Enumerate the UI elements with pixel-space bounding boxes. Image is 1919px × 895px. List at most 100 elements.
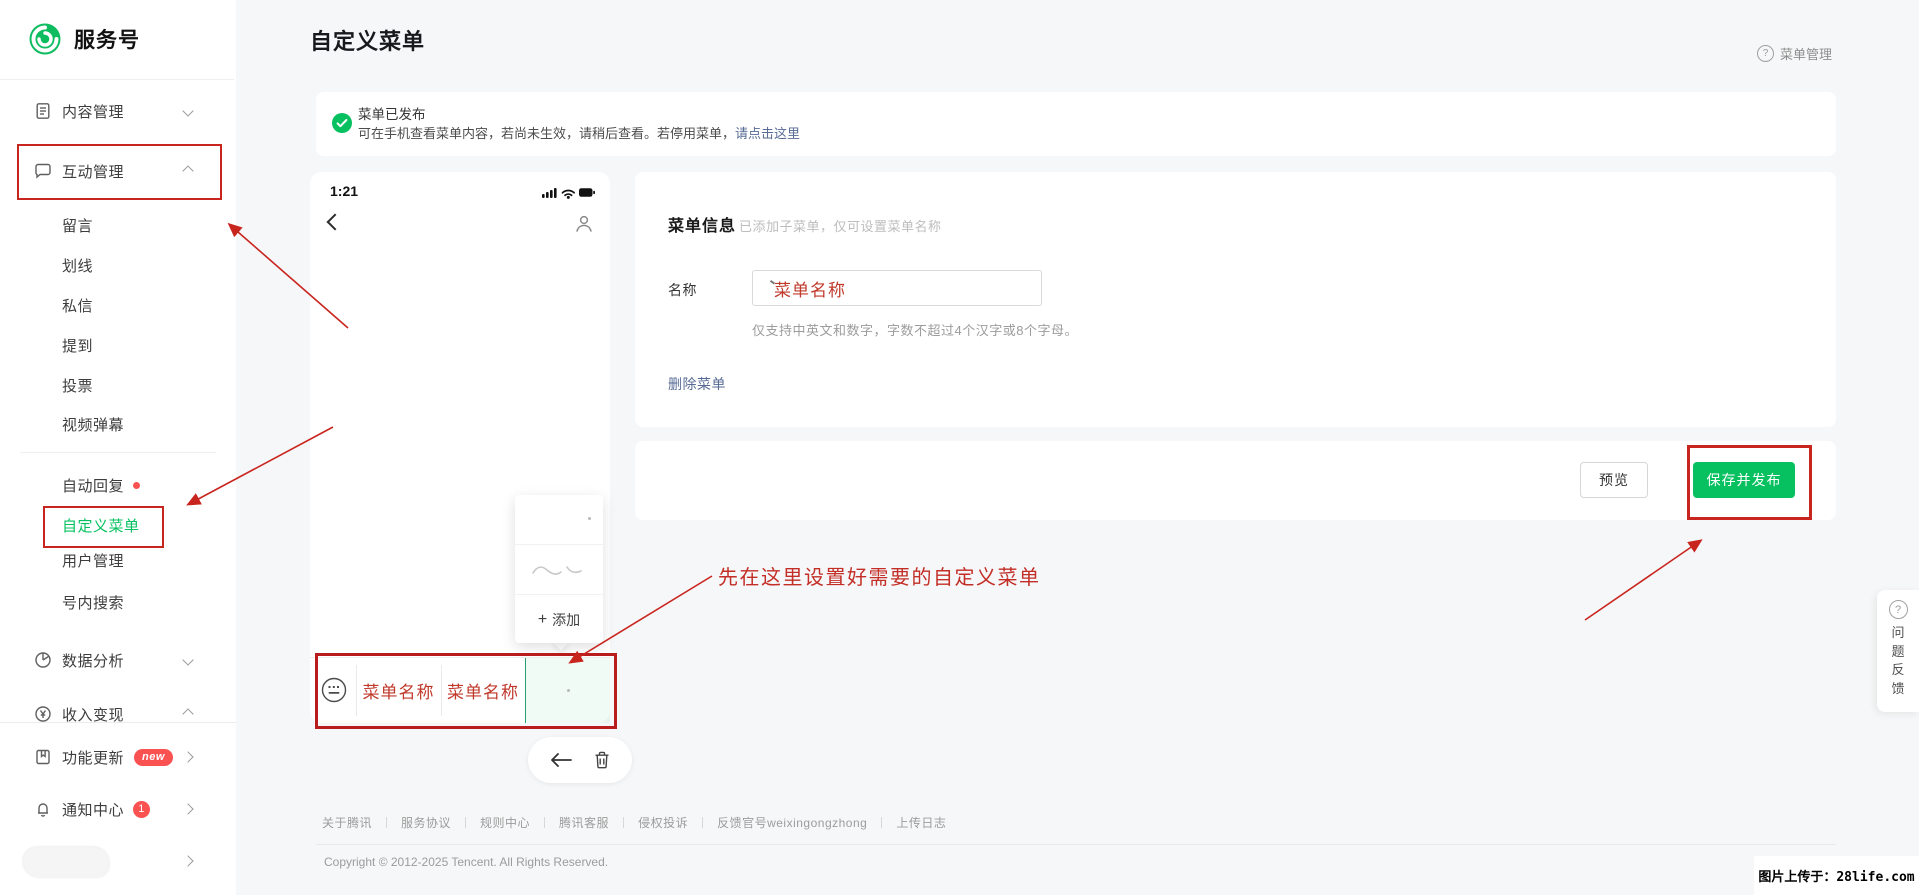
sidebar-item-notifications[interactable]: 通知中心 1 (0, 789, 236, 829)
footer-separator (881, 817, 883, 828)
back-chevron-icon[interactable] (326, 213, 344, 231)
feedback-label: 问题反馈 (1891, 625, 1905, 696)
sidebar-item-custom-menu[interactable]: 自定义菜单 (0, 505, 236, 545)
page-title: 自定义菜单 (310, 29, 426, 54)
submenu-item[interactable] (515, 495, 603, 545)
footer-link[interactable]: 服务协议 (401, 814, 451, 831)
footer-link[interactable]: 关于腾讯 (322, 814, 372, 831)
sidebar: 服务号 内容管理 互动管理 留言 划线 私信 提到 投票 视频弹幕 自动回复 自… (0, 0, 236, 895)
sidebar-item-label: 互动管理 (62, 163, 125, 181)
sidebar-item-label: 留言 (62, 217, 94, 235)
sidebar-item-underline[interactable]: 划线 (0, 245, 236, 285)
status-bar-time: 1:21 (330, 183, 359, 199)
delete-menu-link[interactable]: 删除菜单 (668, 374, 726, 394)
sidebar-item-label-active: 自定义菜单 (62, 517, 140, 535)
sidebar-item-label: 视频弹幕 (62, 416, 125, 434)
section-title: 菜单信息 (668, 218, 737, 235)
sidebar-divider (20, 452, 216, 453)
sidebar-item-account-search[interactable]: 号内搜索 (0, 582, 236, 622)
sidebar-item-label: 用户管理 (62, 552, 125, 570)
sidebar-item-feature-update[interactable]: 功能更新 new (0, 737, 236, 777)
yen-circle-icon (34, 705, 52, 723)
arrow-to-save-button (1584, 539, 1703, 621)
sidebar-item-label: 号内搜索 (62, 594, 125, 612)
sidebar-item-account[interactable] (0, 841, 236, 881)
battery-icon (579, 188, 595, 197)
banner-title: 菜单已发布 (358, 107, 426, 122)
chevron-up-icon (182, 708, 194, 720)
brand: 服务号 (28, 22, 140, 56)
sidebar-item-label: 划线 (62, 257, 94, 275)
menu-management-help[interactable]: ? 菜单管理 (1757, 44, 1832, 63)
menu-slot-3-selected[interactable] (525, 658, 610, 723)
preview-button[interactable]: 预览 (1580, 462, 1648, 498)
sidebar-item-label: 功能更新 new (62, 747, 173, 768)
sidebar-item-private-msg[interactable]: 私信 (0, 285, 236, 325)
contact-person-icon[interactable] (574, 214, 594, 234)
name-helper-text: 仅支持中英文和数字，字数不超过4个汉字或8个字母。 (752, 323, 1078, 338)
chevron-up-icon (182, 165, 194, 177)
menu-name-value: 菜单名称 (774, 280, 846, 300)
sidebar-item-label: 自动回复 (62, 475, 141, 496)
menu-info-panel: 菜单信息 已添加子菜单，仅可设置菜单名称 名称 菜单名称 仅支持中英文和数字，字… (635, 172, 1836, 427)
menu-name-input[interactable]: 菜单名称 (752, 270, 1042, 306)
footer-link[interactable]: 规则中心 (480, 814, 530, 831)
sidebar-item-label: 提到 (62, 337, 94, 355)
submenu-item[interactable] (515, 545, 603, 595)
feedback-widget[interactable]: ? 问题反馈 (1877, 590, 1919, 712)
footer-links: 关于腾讯 服务协议 规则中心 腾讯客服 侵权投诉 反馈官号weixingongz… (322, 814, 946, 831)
chevron-down-icon (182, 654, 194, 666)
footer-divider (316, 844, 1836, 845)
add-submenu-button[interactable]: + 添加 (515, 595, 603, 644)
footer-separator (544, 817, 546, 828)
question-circle-icon: ? (1757, 45, 1774, 62)
back-arrow-button[interactable] (550, 753, 572, 767)
preview-toolbar (528, 737, 632, 783)
footer-link[interactable]: 侵权投诉 (638, 814, 688, 831)
footer-link[interactable]: 腾讯客服 (559, 814, 609, 831)
save-publish-button[interactable]: 保存并发布 (1693, 462, 1795, 498)
redacted-content (566, 689, 570, 692)
submenu-popup: + 添加 (515, 495, 603, 643)
menu-slot-2[interactable]: 菜单名称 (441, 658, 525, 723)
sidebar-item-auto-reply[interactable]: 自动回复 (0, 465, 236, 505)
sidebar-item-user-mgmt[interactable]: 用户管理 (0, 540, 236, 580)
sidebar-item-mentions[interactable]: 提到 (0, 325, 236, 365)
banner-body: 可在手机查看菜单内容，若尚未生效，请稍后查看。若停用菜单，请点击这里 (358, 126, 801, 141)
sidebar-item-votes[interactable]: 投票 (0, 365, 236, 405)
menu-slot-1[interactable]: 菜单名称 (356, 658, 441, 723)
phone-preview: 1:21 + 添加 菜单名称 菜单名称 (310, 172, 610, 723)
sidebar-item-interact-mgmt[interactable]: 互动管理 (0, 151, 236, 191)
sidebar-item-label: 数据分析 (62, 652, 125, 670)
success-check-icon (332, 113, 352, 133)
red-dot-badge (133, 481, 141, 489)
footer-link[interactable]: 反馈官号weixingongzhong (717, 814, 867, 831)
menu-name: 菜单名称 (447, 683, 519, 702)
footer-link[interactable]: 上传日志 (896, 814, 946, 831)
sidebar-item-video-danmu[interactable]: 视频弹幕 (0, 404, 236, 444)
chevron-right-icon (182, 855, 194, 867)
help-label: 菜单管理 (1780, 47, 1833, 62)
menu-name: 菜单名称 (362, 683, 435, 702)
sidebar-item-comments[interactable]: 留言 (0, 205, 236, 245)
pie-chart-icon (34, 651, 52, 669)
footer-separator (386, 817, 388, 828)
section-note: 已添加子菜单，仅可设置菜单名称 (739, 219, 942, 234)
count-badge: 1 (133, 800, 151, 818)
annotation-note: 先在这里设置好需要的自定义菜单 (718, 567, 1041, 589)
sidebar-item-content-mgmt[interactable]: 内容管理 (0, 91, 236, 131)
copyright: Copyright © 2012-2025 Tencent. All Right… (324, 855, 609, 869)
image-watermark: 图片上传于：28life.com (1754, 856, 1919, 895)
sidebar-item-label: 投票 (62, 377, 94, 395)
redacted-content (532, 565, 582, 575)
disable-menu-link[interactable]: 请点击这里 (735, 126, 800, 141)
name-label: 名称 (668, 282, 697, 298)
footer-separator (465, 817, 467, 828)
signal-icon (542, 188, 557, 198)
plus-icon: + (537, 610, 548, 628)
sidebar-bottom-panel: 功能更新 new 通知中心 1 (0, 722, 236, 895)
trash-button[interactable] (594, 751, 610, 769)
chevron-right-icon (182, 751, 194, 763)
sidebar-item-data-analysis[interactable]: 数据分析 (0, 640, 236, 680)
sidebar-item-label: 通知中心 1 (62, 799, 151, 820)
